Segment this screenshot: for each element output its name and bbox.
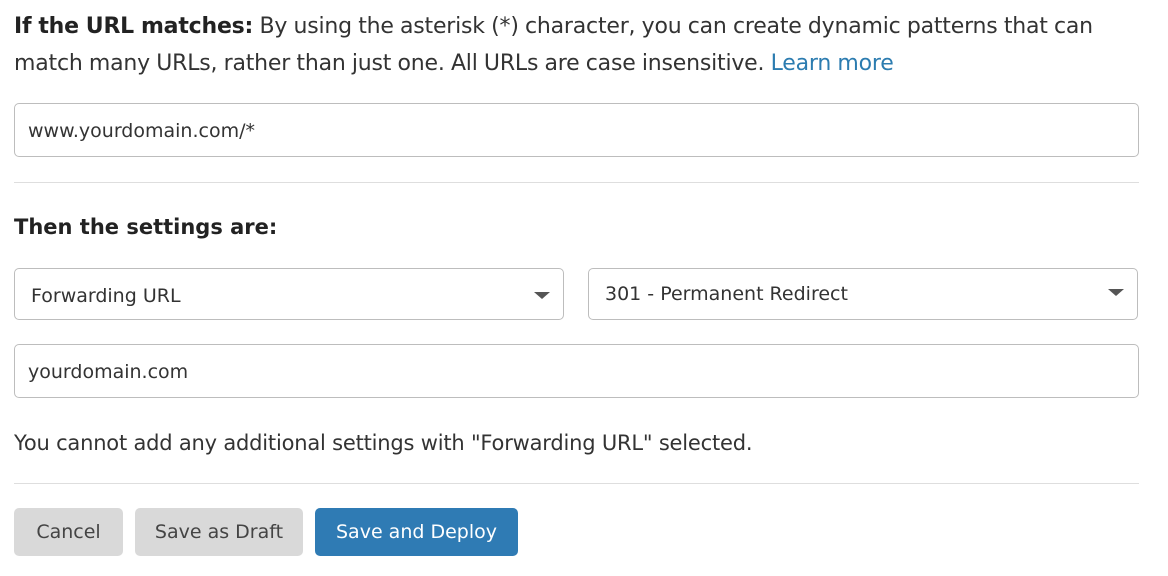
divider [14, 483, 1139, 484]
setting-type-value: Forwarding URL [31, 285, 181, 307]
destination-url-value: yourdomain.com [28, 361, 189, 383]
url-match-label: If the URL matches: [14, 14, 254, 39]
setting-type-select[interactable]: Forwarding URL [14, 268, 564, 320]
save-as-draft-button[interactable]: Save as Draft [135, 508, 303, 556]
cancel-button[interactable]: Cancel [14, 508, 123, 556]
url-pattern-value: www.yourdomain.com/* [28, 120, 255, 142]
settings-heading: Then the settings are: [14, 215, 278, 239]
divider [14, 182, 1139, 183]
learn-more-link[interactable]: Learn more [771, 51, 894, 76]
chevron-down-icon [1108, 289, 1124, 296]
destination-url-input[interactable]: yourdomain.com [14, 344, 1139, 398]
status-code-select[interactable]: 301 - Permanent Redirect [588, 268, 1138, 320]
status-code-value: 301 - Permanent Redirect [605, 283, 848, 305]
save-and-deploy-button[interactable]: Save and Deploy [315, 508, 518, 556]
chevron-down-icon [534, 292, 550, 299]
url-pattern-input[interactable]: www.yourdomain.com/* [14, 103, 1139, 157]
forwarding-note: You cannot add any additional settings w… [14, 431, 753, 455]
url-match-description: If the URL matches: By using the asteris… [14, 8, 1139, 82]
